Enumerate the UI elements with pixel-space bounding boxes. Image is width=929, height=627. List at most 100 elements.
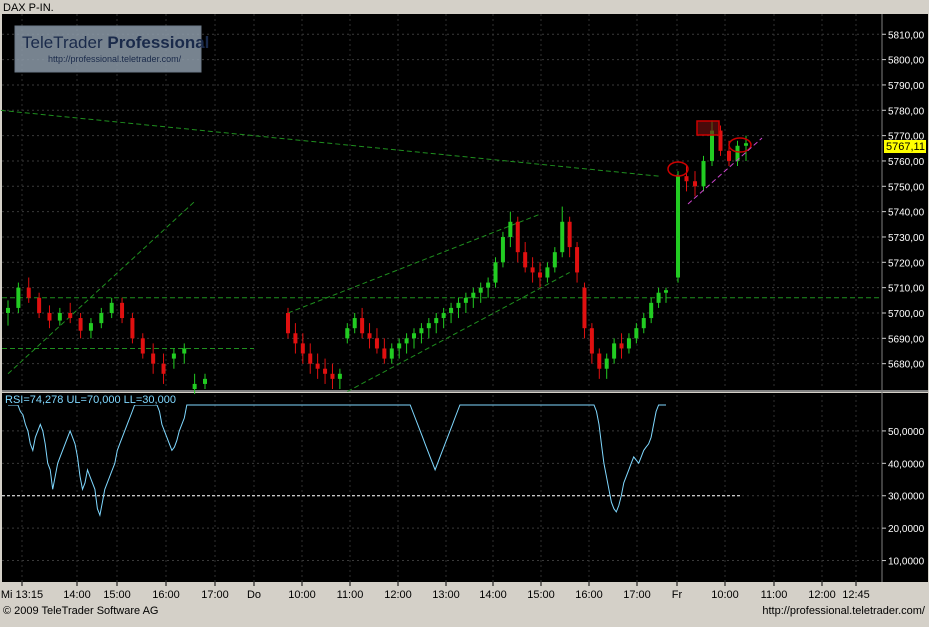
candle-body (412, 333, 416, 338)
svg-text:TeleTrader Professional: TeleTrader Professional (22, 33, 209, 52)
candle-body (575, 247, 579, 272)
candle-body (316, 364, 320, 369)
chart-window: 5680,005690,005700,005710,005720,005730,… (0, 0, 929, 622)
candle-body (16, 288, 20, 308)
candle-body (627, 338, 631, 348)
candle-body (330, 374, 334, 379)
price-tick-label: 5760,00 (888, 157, 925, 168)
candle-body (47, 313, 51, 321)
candle-body (486, 283, 490, 288)
time-tick-label: 11:00 (761, 589, 788, 601)
rsi-tick-label: 40,0000 (888, 459, 925, 470)
candle-body (434, 318, 438, 323)
logo-url: http://professional.teletrader.com/ (48, 54, 182, 64)
time-tick-label: 16:00 (152, 589, 180, 601)
price-tick-label: 5730,00 (888, 233, 925, 244)
price-tick-label: 5750,00 (888, 182, 925, 193)
candle-body (702, 161, 706, 186)
candle-body (744, 143, 748, 146)
candle-body (397, 343, 401, 348)
candle-body (293, 333, 297, 343)
last-price-text: 5767,11 (886, 141, 925, 153)
candle-body (605, 359, 609, 369)
chart-canvas[interactable]: 5680,005690,005700,005710,005720,005730,… (0, 0, 929, 622)
rsi-tick-label: 20,0000 (888, 524, 925, 535)
time-tick-label: 14:00 (63, 589, 91, 601)
candle-body (560, 222, 564, 252)
time-tick-label: 17:00 (201, 589, 229, 601)
candle-body (612, 343, 616, 358)
candle-body (523, 252, 527, 267)
candle-body (110, 303, 114, 313)
rsi-tick-label: 50,0000 (888, 427, 925, 438)
time-tick-label: 13:00 (432, 589, 460, 601)
candle-body (338, 374, 342, 379)
price-tick-label: 5700,00 (888, 309, 925, 320)
candle-body (642, 318, 646, 328)
footer-url[interactable]: http://professional.teletrader.com/ (762, 605, 925, 617)
candle-body (203, 379, 207, 384)
candle-body (182, 348, 186, 353)
candle-body (479, 288, 483, 293)
price-tick-label: 5810,00 (888, 30, 925, 41)
time-tick-label: Mi 13:15 (1, 589, 43, 601)
candle-body (162, 364, 166, 374)
candle-body (151, 354, 155, 364)
candle-body (375, 338, 379, 348)
time-tick-label: 14:00 (479, 589, 507, 601)
candle-body (99, 313, 103, 323)
price-tick-label: 5740,00 (888, 208, 925, 219)
candle-body (353, 318, 357, 328)
candle-body (360, 318, 364, 333)
candle-body (508, 222, 512, 237)
candle-body (390, 348, 394, 358)
candle-body (130, 318, 134, 338)
candle-body (27, 288, 31, 298)
time-tick-label: 17:00 (623, 589, 651, 601)
candle-body (657, 293, 661, 303)
candle-body (382, 348, 386, 358)
teletrader-logo: TeleTrader Professional http://professio… (15, 26, 209, 72)
price-tick-label: 5690,00 (888, 334, 925, 345)
candle-body (6, 308, 10, 313)
time-tick-label: Do (247, 589, 261, 601)
time-tick-label: 16:00 (575, 589, 603, 601)
candle-body (685, 176, 689, 181)
time-tick-label: Fr (672, 589, 683, 601)
candle-body (427, 323, 431, 328)
candle-body (37, 298, 41, 313)
candle-body (79, 318, 83, 331)
candle-body (531, 267, 535, 272)
candle-body (516, 222, 520, 252)
time-tick-label: 15:00 (103, 589, 131, 601)
candle-body (494, 262, 498, 282)
rsi-axis (882, 393, 928, 582)
candle-body (456, 303, 460, 308)
time-tick-label: 10:00 (711, 589, 739, 601)
rsi-panel[interactable] (2, 393, 882, 582)
copyright-text: © 2009 TeleTrader Software AG (3, 605, 158, 617)
time-tick-label: 15:00 (527, 589, 555, 601)
candle-body (368, 333, 372, 338)
candle-body (676, 176, 680, 277)
candle-body (471, 293, 475, 298)
candle-body (442, 313, 446, 318)
candle-body (538, 272, 542, 277)
time-tick-label: 11:00 (337, 589, 364, 601)
candle-body (301, 343, 305, 353)
candle-body (172, 354, 176, 359)
candle-body (308, 354, 312, 364)
rsi-label: RSI=74,278 UL=70,000 LL=30,000 (5, 394, 176, 406)
price-tick-label: 5780,00 (888, 106, 925, 117)
candle-body (419, 328, 423, 333)
symbol-label: DAX P-IN. (3, 2, 54, 14)
rsi-tick-label: 10,0000 (888, 557, 925, 568)
candle-body (68, 313, 72, 318)
candle-body (323, 369, 327, 374)
price-tick-label: 5710,00 (888, 284, 925, 295)
candle-body (590, 328, 594, 353)
candle-body (120, 303, 124, 318)
price-tick-label: 5790,00 (888, 81, 925, 92)
logo-title-normal: TeleTrader (22, 33, 107, 52)
rsi-tick-label: 30,0000 (888, 492, 925, 503)
